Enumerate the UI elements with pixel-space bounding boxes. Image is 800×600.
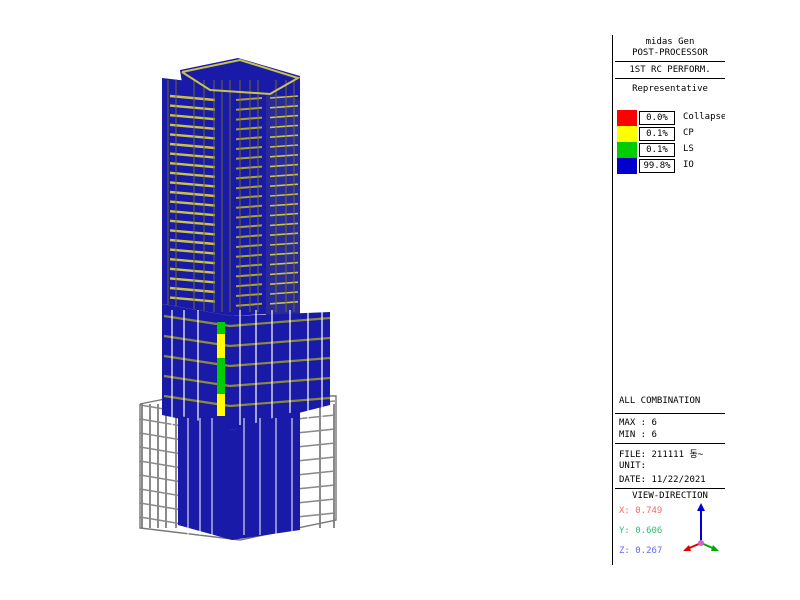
ls-hinge-segment	[217, 322, 225, 334]
legend-label: Collapse	[683, 112, 725, 122]
software-name: midas Gen	[645, 37, 695, 47]
legend-swatch-ls	[617, 142, 637, 158]
panel-divider	[612, 35, 613, 565]
load-combination: ALL COMBINATION	[619, 396, 701, 406]
cp-hinge-segment	[217, 394, 225, 416]
cp-hinge-segment	[217, 334, 225, 358]
legend-row-ls: 0.1% LS	[617, 142, 725, 158]
view-direction-title: VIEW-DIRECTION	[632, 491, 708, 501]
divider-line	[615, 78, 725, 79]
view-z-value: Z: 0.267	[619, 546, 663, 556]
mid-block-model	[162, 304, 331, 540]
file-name: FILE: 211111 동~	[619, 450, 704, 460]
legend-label: IO	[683, 160, 694, 170]
hinge-status-column	[217, 322, 225, 416]
legend-percent: 99.8%	[639, 159, 675, 173]
legend-percent: 0.1%	[639, 127, 675, 141]
divider-line	[615, 488, 725, 489]
display-mode: Representative	[632, 84, 708, 94]
mid-block-side-face	[232, 312, 330, 430]
result-info-panel: midas Gen POST-PROCESSOR 1ST RC PERFORM.…	[615, 35, 725, 565]
legend-row-cp: 0.1% CP	[617, 126, 725, 142]
legend-percent: 0.0%	[639, 111, 675, 125]
max-value: MAX : 6	[619, 418, 657, 428]
divider-line	[615, 443, 725, 444]
view-y-value: Y: 0.606	[619, 526, 663, 536]
legend-label: LS	[683, 144, 694, 154]
min-value: MIN : 6	[619, 430, 657, 440]
legend-label: CP	[683, 128, 694, 138]
post-processor-label: POST-PROCESSOR	[632, 48, 708, 58]
legend-percent: 0.1%	[639, 143, 675, 157]
legend-swatch-collapse	[617, 110, 637, 126]
legend-swatch-io	[617, 158, 637, 174]
unit-label: UNIT:	[619, 461, 647, 471]
axis-triad-icon	[683, 503, 719, 551]
result-type: 1ST RC PERFORM.	[629, 65, 711, 75]
divider-line	[615, 61, 725, 62]
ls-hinge-segment	[217, 358, 225, 394]
divider-line	[615, 413, 725, 414]
legend-row-io: 99.8% IO	[617, 158, 725, 174]
lower-core-face	[178, 410, 300, 540]
view-x-value: X: 0.749	[619, 506, 663, 516]
date-label: DATE: 11/22/2021	[619, 475, 706, 485]
tower-model	[162, 58, 301, 318]
legend-row-collapse: 0.0% Collapse	[617, 110, 725, 126]
legend-swatch-cp	[617, 126, 637, 142]
model-viewport[interactable]	[0, 0, 610, 600]
